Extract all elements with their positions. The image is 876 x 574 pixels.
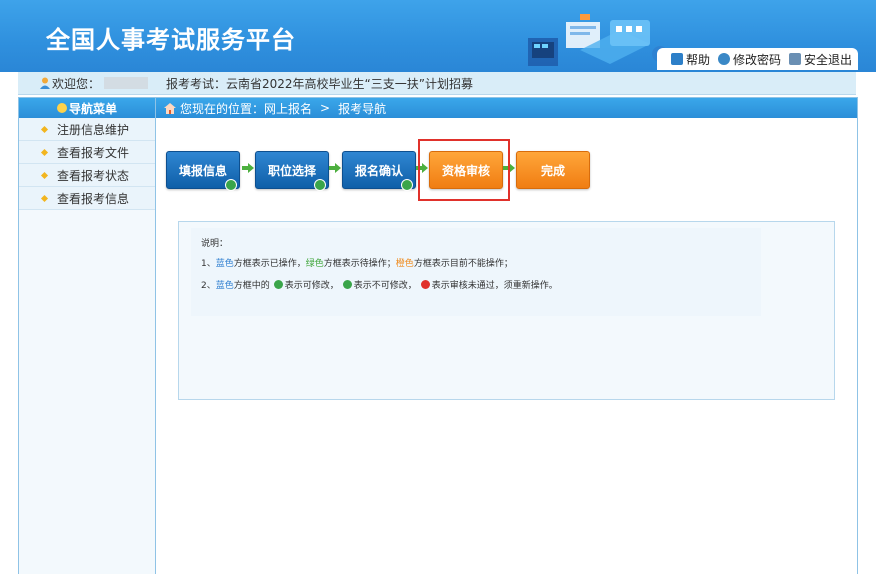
instructions-line-1: 1、 蓝色 方框表示已操作， 绿色 方框表示待操作； 橙色 方框表示目前不能操作… [201,259,513,269]
user-name-redacted [104,77,149,89]
nav-menu-title: 导航菜单 [19,98,155,118]
arrow-right-icon [329,163,341,173]
not-modifiable-icon [342,280,352,289]
logout-icon [788,53,801,65]
sidebar-item-exam-info[interactable]: 查看报考信息 [19,187,155,210]
logout-link[interactable]: 安全退出 [788,51,852,68]
bullet-icon [40,125,49,133]
menu-icon [56,103,67,113]
step-complete[interactable]: 完成 [516,151,590,189]
not-modifiable-icon [314,179,326,191]
step-fill-info[interactable]: 填报信息 [166,151,240,191]
bullet-icon [40,148,49,156]
help-icon [670,53,683,65]
breadcrumb-level1[interactable]: 网上报名 [264,100,312,117]
header-banner: 全国人事考试服务平台 帮助 修改密码 安全退出 [0,0,876,72]
site-title: 全国人事考试服务平台 [46,26,296,54]
modifiable-icon [401,179,413,191]
step-confirm-registration[interactable]: 报名确认 [342,151,416,191]
instructions-heading: 说明： [201,239,229,249]
bullet-icon [40,194,49,202]
instructions-box: 说明： 1、 蓝色 方框表示已操作， 绿色 方框表示待操作； 橙色 方框表示目前… [178,221,835,400]
help-link[interactable]: 帮助 [670,51,710,68]
not-modifiable-icon [225,179,237,191]
exam-name: 报考考试：云南省2022年高校毕业生“三支一扶”计划招募 [166,76,473,91]
arrow-right-icon [242,163,254,173]
step-select-position[interactable]: 职位选择 [255,151,329,191]
instructions-inner [191,228,761,316]
sidebar: 导航菜单 注册信息维护 查看报考文件 查看报考状态 查看报考信息 [18,97,156,574]
breadcrumb-level2: 报考导航 [338,101,387,116]
top-links: 帮助 修改密码 安全退出 [656,48,858,70]
change-password-link[interactable]: 修改密码 [717,51,781,68]
sidebar-item-exam-files[interactable]: 查看报考文件 [19,141,155,164]
modifiable-icon [273,280,283,289]
main-panel: 您现在的位置： 网上报名 > 报考导航 填报信息 职位选择 报名确认 资格审核 [155,97,858,574]
welcome-greeting: 欢迎您： [52,76,101,91]
review-failed-icon [420,280,430,289]
sidebar-item-exam-status[interactable]: 查看报考状态 [19,164,155,187]
breadcrumb: 您现在的位置： 网上报名 > 报考导航 [156,98,857,118]
user-icon [40,77,50,89]
instructions-line-2: 2、 蓝色 方框中的 表示可修改， 表示不可修改， 表示审核未通过，须重新操作。 [201,280,558,291]
highlight-box [418,139,510,201]
bullet-icon [40,171,49,179]
edit-password-icon [717,53,730,65]
welcome-bar: 欢迎您： 报考考试：云南省2022年高校毕业生“三支一扶”计划招募 [18,72,856,95]
home-icon [164,102,176,114]
sidebar-item-registration-info[interactable]: 注册信息维护 [19,118,155,141]
